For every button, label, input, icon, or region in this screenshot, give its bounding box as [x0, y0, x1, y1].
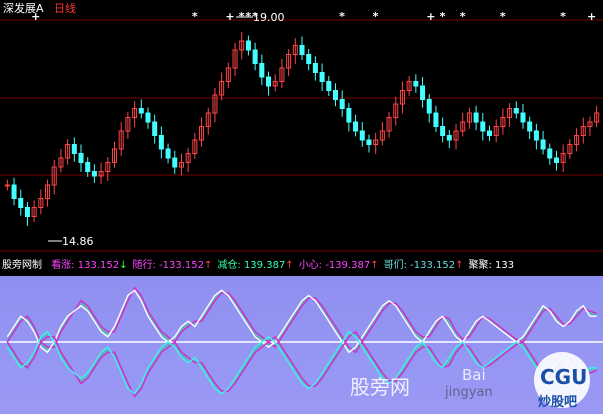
signal-marker: * — [440, 10, 446, 23]
period-label: 日线 — [54, 1, 76, 15]
candle-body — [433, 112, 439, 127]
candle-body — [252, 49, 258, 64]
legend-label: 随行: — [132, 260, 156, 271]
legend-value: 139.387 — [240, 260, 286, 271]
legend-value: -139.387 — [322, 260, 371, 271]
candle-body — [24, 207, 30, 217]
candle-body — [359, 130, 365, 141]
candle-body — [473, 112, 479, 123]
candle-body — [11, 184, 17, 199]
candle-body — [152, 121, 158, 136]
signal-marker: + — [225, 10, 234, 23]
candle-body — [353, 121, 359, 132]
signal-marker: + — [31, 10, 40, 23]
candle-body — [158, 135, 164, 150]
stock-chart-window: 深发展A 日线 +*+*****+****+ 19.00 14.86 股旁网制 … — [0, 0, 603, 414]
candle-body — [533, 130, 539, 141]
candle-body — [486, 130, 493, 136]
indicator-legend: 看涨: 133.152↓ 随行: -133.152↑ 减仓: 139.387↑ 小心:… — [51, 260, 519, 271]
candle-body — [172, 157, 178, 168]
candle-body — [540, 139, 546, 150]
legend-item: 随行: -133.152↑ — [132, 260, 212, 271]
legend-arrow: ↑ — [455, 260, 464, 271]
candle-body — [18, 198, 24, 208]
candle-body — [145, 112, 151, 123]
candle-body — [326, 81, 332, 91]
candle-body — [259, 63, 265, 78]
candle-body — [346, 108, 352, 123]
candle-body — [446, 135, 452, 141]
candle-body — [547, 148, 553, 159]
legend-value: 133 — [491, 260, 515, 271]
signal-marker: * — [192, 10, 198, 23]
candle-body — [306, 54, 312, 64]
signal-marker: * — [560, 10, 566, 23]
signal-marker: * — [500, 10, 506, 23]
signal-marker: * — [373, 10, 379, 23]
candle-body — [91, 171, 97, 177]
candle-body — [440, 126, 446, 136]
candle-body — [366, 139, 372, 145]
indicator-name: 股旁网制 — [2, 260, 42, 271]
candle-body — [426, 99, 432, 114]
indicator-panel[interactable]: 股旁网 Bai jingyan CGU 炒股吧 — [0, 276, 603, 414]
candle-body — [138, 108, 144, 114]
high-price-label: 19.00 — [253, 11, 285, 24]
legend-label: 哥们: — [383, 260, 407, 271]
candle-body — [413, 81, 419, 87]
candle-body — [513, 108, 519, 114]
logo-text: CGU — [540, 365, 587, 389]
signal-marker: * — [460, 10, 466, 23]
watermark-jingyan: jingyan — [444, 385, 493, 400]
legend-item: 哥们: -133.152↑ — [384, 260, 464, 271]
candle-body — [520, 112, 526, 123]
legend-arrow: ↑ — [370, 260, 379, 271]
candle-body — [71, 144, 77, 154]
legend-value: -133.152 — [155, 260, 204, 271]
candle-body — [420, 85, 426, 100]
candlestick-panel[interactable]: 深发展A 日线 +*+*****+****+ 19.00 14.86 — [0, 0, 603, 252]
indicator-header: 股旁网制 看涨: 133.152↓ 随行: -133.152↑ 减仓: 139.38… — [0, 259, 603, 273]
candle-body — [4, 184, 10, 187]
candle-body — [165, 148, 171, 159]
candle-body — [339, 99, 345, 109]
legend-label: 减仓: — [217, 260, 241, 271]
signal-marker: + — [587, 10, 596, 23]
legend-label: 聚聚: — [468, 260, 492, 271]
legend-item: 看涨: 133.152↓ — [51, 260, 127, 271]
low-price-label: 14.86 — [62, 235, 94, 248]
legend-label: 看涨: — [51, 260, 75, 271]
candle-body — [78, 153, 84, 163]
candle-body — [312, 63, 318, 73]
legend-arrow: ↓ — [119, 260, 128, 271]
legend-label: 小心: — [298, 260, 323, 271]
logo-subtext: 炒股吧 — [538, 395, 577, 410]
legend-arrow: ↑ — [204, 260, 213, 271]
legend-item: 减仓: 139.387↑ — [217, 260, 293, 271]
candle-body — [85, 162, 91, 172]
candle-body — [332, 90, 338, 100]
candle-body — [553, 157, 559, 163]
candle-body — [266, 76, 272, 87]
candle-body — [299, 45, 305, 55]
candle-body — [480, 121, 486, 132]
candle-body — [527, 121, 533, 132]
legend-item: 小心: -139.387↑ — [299, 260, 379, 271]
candle-body — [319, 72, 325, 82]
legend-value: 133.152 — [74, 260, 120, 271]
legend-arrow: ↑ — [285, 260, 294, 271]
legend-value: -133.152 — [406, 260, 456, 271]
signal-marker: * — [339, 10, 345, 23]
signal-marker: + — [426, 10, 435, 23]
legend-item: 聚聚: 133 — [469, 260, 515, 271]
watermark-site: 股旁网 — [350, 375, 410, 399]
watermark-baidu: Bai — [462, 366, 486, 384]
candle-body — [245, 40, 251, 51]
